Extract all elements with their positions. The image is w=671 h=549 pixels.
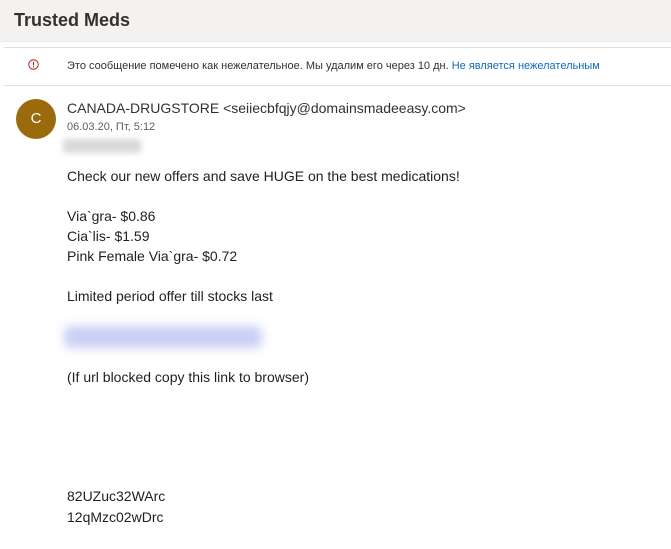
message-date: 06.03.20, Пт, 5:12 bbox=[67, 121, 156, 133]
body-intro: Check our new offers and save HUGE on th… bbox=[67, 168, 460, 184]
sender-name[interactable]: CANADA-DRUGSTORE <seiiecbfqjy@domainsmad… bbox=[67, 100, 466, 116]
redacted-recipient bbox=[63, 139, 141, 153]
offer-item: Via`gra- $0.86 bbox=[67, 208, 156, 224]
sender-avatar[interactable]: C bbox=[16, 99, 56, 139]
redacted-link[interactable] bbox=[64, 326, 262, 348]
offer-item: Cia`lis- $1.59 bbox=[67, 228, 150, 244]
junk-warning-text: Это сообщение помечено как нежелательное… bbox=[67, 60, 600, 72]
not-junk-link[interactable]: Не является нежелательным bbox=[452, 60, 600, 72]
info-circle-icon bbox=[28, 59, 39, 70]
body-code: 12qMzc02wDrc bbox=[67, 509, 164, 525]
message-header: Trusted Meds bbox=[0, 0, 671, 42]
junk-warning-banner: Это сообщение помечено как нежелательное… bbox=[4, 47, 671, 86]
body-note: (If url blocked copy this link to browse… bbox=[67, 369, 309, 385]
body-code: 82UZuc32WArc bbox=[67, 488, 166, 504]
message-subject: Trusted Meds bbox=[14, 10, 131, 30]
body-limited-offer: Limited period offer till stocks last bbox=[67, 288, 273, 304]
junk-warning-message: Это сообщение помечено как нежелательное… bbox=[67, 60, 449, 72]
offer-item: Pink Female Via`gra- $0.72 bbox=[67, 248, 238, 264]
